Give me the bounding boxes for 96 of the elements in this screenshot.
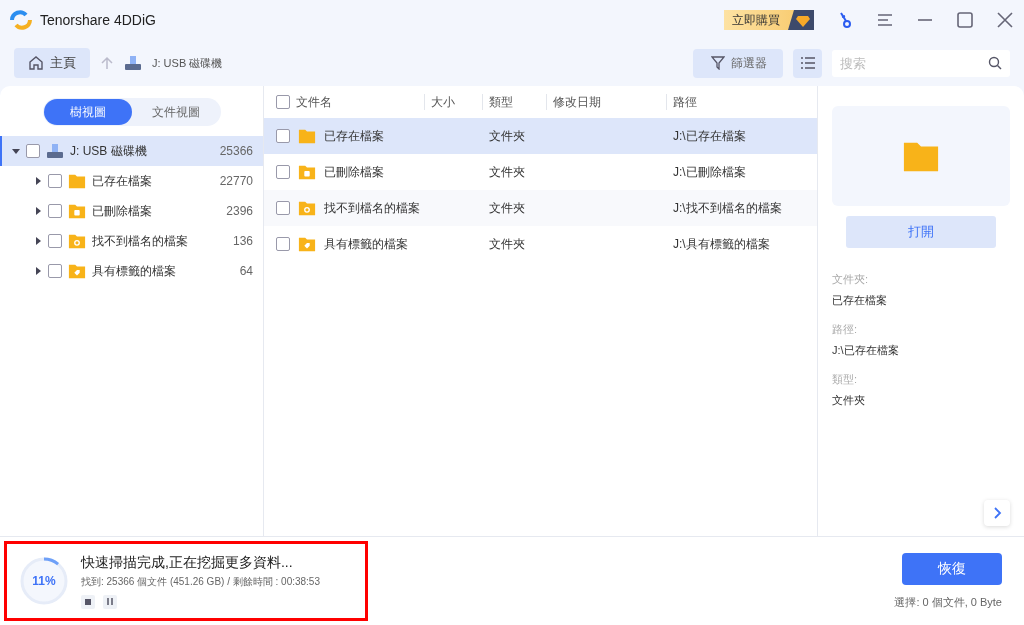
column-header[interactable]: 類型	[489, 93, 513, 111]
file-path: J:\已存在檔案	[673, 127, 746, 145]
search-icon[interactable]	[988, 55, 1002, 70]
view-tab[interactable]: 樹視圖	[43, 99, 132, 125]
search-field[interactable]: 搜索	[832, 49, 1010, 77]
checkbox[interactable]	[26, 144, 40, 158]
folder-icon	[68, 232, 86, 250]
tree-label: 找不到檔名的檔案	[92, 232, 189, 250]
item-count: 25366	[219, 144, 253, 158]
caret-icon[interactable]	[34, 267, 42, 275]
list-view-button[interactable]	[793, 48, 822, 78]
tree-item[interactable]: 找不到檔名的檔案 136	[0, 226, 263, 256]
tree-item[interactable]: 已刪除檔案 2396	[0, 196, 263, 226]
column-header[interactable]: 文件名	[296, 93, 332, 111]
usb-drive-icon	[124, 55, 142, 71]
usb-drive-icon	[46, 143, 64, 159]
menu-icon[interactable]	[876, 11, 894, 29]
pause-button[interactable]	[103, 594, 117, 609]
file-name: 找不到檔名的檔案	[324, 199, 420, 217]
column-header[interactable]: 大小	[431, 93, 455, 111]
home-icon	[28, 55, 44, 71]
detail-label: 類型:	[832, 372, 859, 387]
folder-icon	[298, 163, 316, 181]
up-arrow-icon[interactable]	[100, 56, 114, 70]
selection-summary: 選擇: 0 個文件, 0 Byte	[894, 594, 1002, 610]
caret-icon[interactable]	[12, 147, 20, 155]
file-type: 文件夾	[489, 163, 525, 181]
home-button[interactable]: 主頁	[14, 48, 90, 78]
list-icon	[799, 56, 816, 70]
folder-icon	[298, 199, 316, 217]
next-button[interactable]	[984, 500, 1010, 526]
scan-status: 快速掃描完成,正在挖掘更多資料...	[81, 553, 294, 572]
tree-item[interactable]: 具有標籤的檔案 64	[0, 256, 263, 286]
chevron-right-icon	[992, 507, 1002, 519]
maximize-icon[interactable]	[956, 11, 974, 29]
column-header[interactable]: 路徑	[673, 93, 697, 111]
recover-button[interactable]: 恢復	[902, 552, 1002, 585]
folder-icon	[68, 262, 86, 280]
filter-button[interactable]: 篩選器	[693, 48, 783, 78]
caret-icon[interactable]	[34, 177, 42, 185]
tree-label: 已存在檔案	[92, 172, 153, 190]
file-path: J:\已刪除檔案	[673, 163, 746, 181]
pause-icon	[107, 598, 113, 605]
item-count: 64	[239, 264, 253, 278]
window-title: Tenorshare 4DDiG	[40, 12, 156, 28]
diamond-icon	[788, 10, 814, 30]
checkbox[interactable]	[276, 129, 290, 143]
folder-icon	[68, 172, 86, 190]
file-type: 文件夾	[489, 235, 525, 253]
file-path: J:\找不到檔名的檔案	[673, 199, 782, 217]
breadcrumb-location: J: USB 磁碟機	[152, 55, 223, 71]
detail-label: 文件夾:	[832, 272, 870, 287]
column-header[interactable]: 修改日期	[553, 93, 601, 111]
checkbox[interactable]	[276, 201, 290, 215]
buy-now-button[interactable]: 立即購買	[724, 10, 814, 30]
file-path: J:\具有標籤的檔案	[673, 235, 770, 253]
file-name: 具有標籤的檔案	[324, 235, 408, 253]
close-icon[interactable]	[996, 11, 1014, 29]
view-tab[interactable]: 文件視圖	[131, 99, 220, 125]
item-count: 2396	[226, 204, 253, 218]
caret-icon[interactable]	[34, 207, 42, 215]
checkbox[interactable]	[276, 237, 290, 251]
detail-value: 文件夾	[832, 393, 866, 408]
select-all-checkbox[interactable]	[276, 95, 290, 109]
detail-label: 路徑:	[832, 322, 859, 337]
checkbox[interactable]	[48, 174, 62, 188]
tree-item[interactable]: J: USB 磁碟機 25366	[0, 136, 263, 166]
tree-label: J: USB 磁碟機	[70, 142, 148, 160]
folder-icon	[298, 127, 316, 145]
tree-item[interactable]: 已存在檔案 22770	[0, 166, 263, 196]
caret-icon[interactable]	[34, 237, 42, 245]
scan-info: 找到: 25366 個文件 (451.26 GB) / 剩餘時間 : 00:38:53	[81, 574, 320, 589]
folder-icon	[68, 202, 86, 220]
tree-label: 已刪除檔案	[92, 202, 153, 220]
stop-button[interactable]	[81, 594, 95, 609]
progress-percent: 11%	[32, 574, 56, 588]
filter-icon	[711, 56, 725, 70]
file-type: 文件夾	[489, 127, 525, 145]
file-name: 已刪除檔案	[324, 163, 384, 181]
item-count: 22770	[219, 174, 253, 188]
checkbox[interactable]	[48, 234, 62, 248]
table-row[interactable]: 找不到檔名的檔案 文件夾 J:\找不到檔名的檔案	[264, 190, 817, 226]
tree-label: 具有標籤的檔案	[92, 262, 177, 280]
checkbox[interactable]	[48, 204, 62, 218]
detail-value: 已存在檔案	[832, 293, 888, 308]
file-type: 文件夾	[489, 199, 525, 217]
checkbox[interactable]	[276, 165, 290, 179]
file-name: 已存在檔案	[324, 127, 384, 145]
app-logo-icon	[10, 10, 32, 30]
stop-icon	[85, 598, 91, 605]
folder-icon	[298, 235, 316, 253]
table-row[interactable]: 已存在檔案 文件夾 J:\已存在檔案	[264, 118, 817, 154]
checkbox[interactable]	[48, 264, 62, 278]
item-count: 136	[232, 234, 253, 248]
detail-value: J:\已存在檔案	[832, 343, 900, 358]
open-button[interactable]: 打開	[846, 216, 996, 248]
